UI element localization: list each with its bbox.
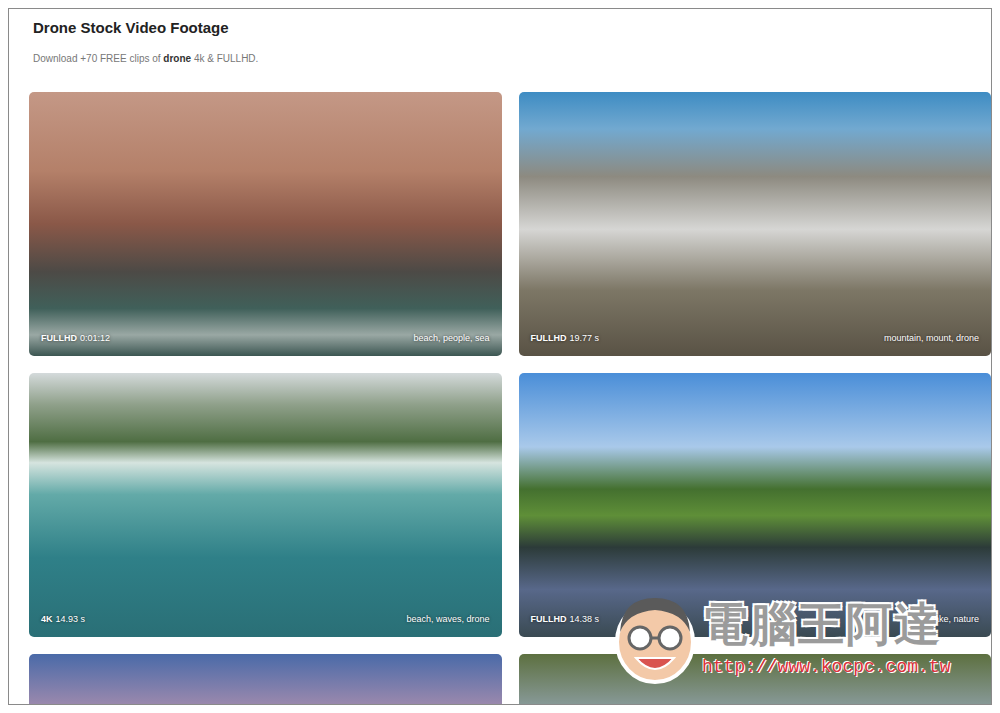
clip-card[interactable]: 4K14.93 s beach, waves, drone <box>29 373 502 637</box>
watermark-url: http://www.kocpc.com.tw <box>702 656 950 678</box>
page: Drone Stock Video Footage Download +70 FR… <box>0 0 1000 713</box>
clip-meta: FULLHD0:01:12 beach, people, sea <box>41 332 490 344</box>
clip-card[interactable]: FULLHD0:01:12 beach, people, sea <box>29 92 502 356</box>
clip-duration: 0:01:12 <box>80 333 110 343</box>
clip-tags: beach, people, sea <box>413 332 489 344</box>
clip-quality: FULLHD <box>531 614 567 624</box>
watermark-text: 電腦王阿達 http://www.kocpc.com.tw <box>702 598 950 678</box>
watermark-site-name: 電腦王阿達 <box>702 598 950 650</box>
watermark: 電腦王阿達 http://www.kocpc.com.tw <box>612 588 950 688</box>
clip-info: FULLHD14.38 s <box>531 613 600 625</box>
clip-card[interactable]: FULLHD19.77 s mountain, mount, drone <box>519 92 992 356</box>
page-title: Drone Stock Video Footage <box>33 19 991 37</box>
clip-tags: beach, waves, drone <box>406 613 489 625</box>
clip-duration: 19.77 s <box>570 333 600 343</box>
clip-info: FULLHD0:01:12 <box>41 332 110 344</box>
clip-quality: FULLHD <box>41 333 77 343</box>
clip-meta: 4K14.93 s beach, waves, drone <box>41 613 490 625</box>
clip-card[interactable]: FULLHD14.38 sdrone, lake, nature <box>519 373 992 637</box>
clip-duration: 14.38 s <box>570 614 600 624</box>
clip-info: 4K14.93 s <box>41 613 85 625</box>
mascot-face-icon <box>612 588 698 688</box>
clip-duration: 14.93 s <box>56 614 86 624</box>
page-subtitle: Download +70 FREE clips of drone 4k & FU… <box>33 52 991 65</box>
clip-card[interactable] <box>29 654 502 705</box>
clip-quality: FULLHD <box>531 333 567 343</box>
clip-quality: 4K <box>41 614 53 624</box>
clip-meta: FULLHD19.77 s mountain, mount, drone <box>531 332 980 344</box>
clip-tags: mountain, mount, drone <box>884 332 979 344</box>
clip-info: FULLHD19.77 s <box>531 332 600 344</box>
